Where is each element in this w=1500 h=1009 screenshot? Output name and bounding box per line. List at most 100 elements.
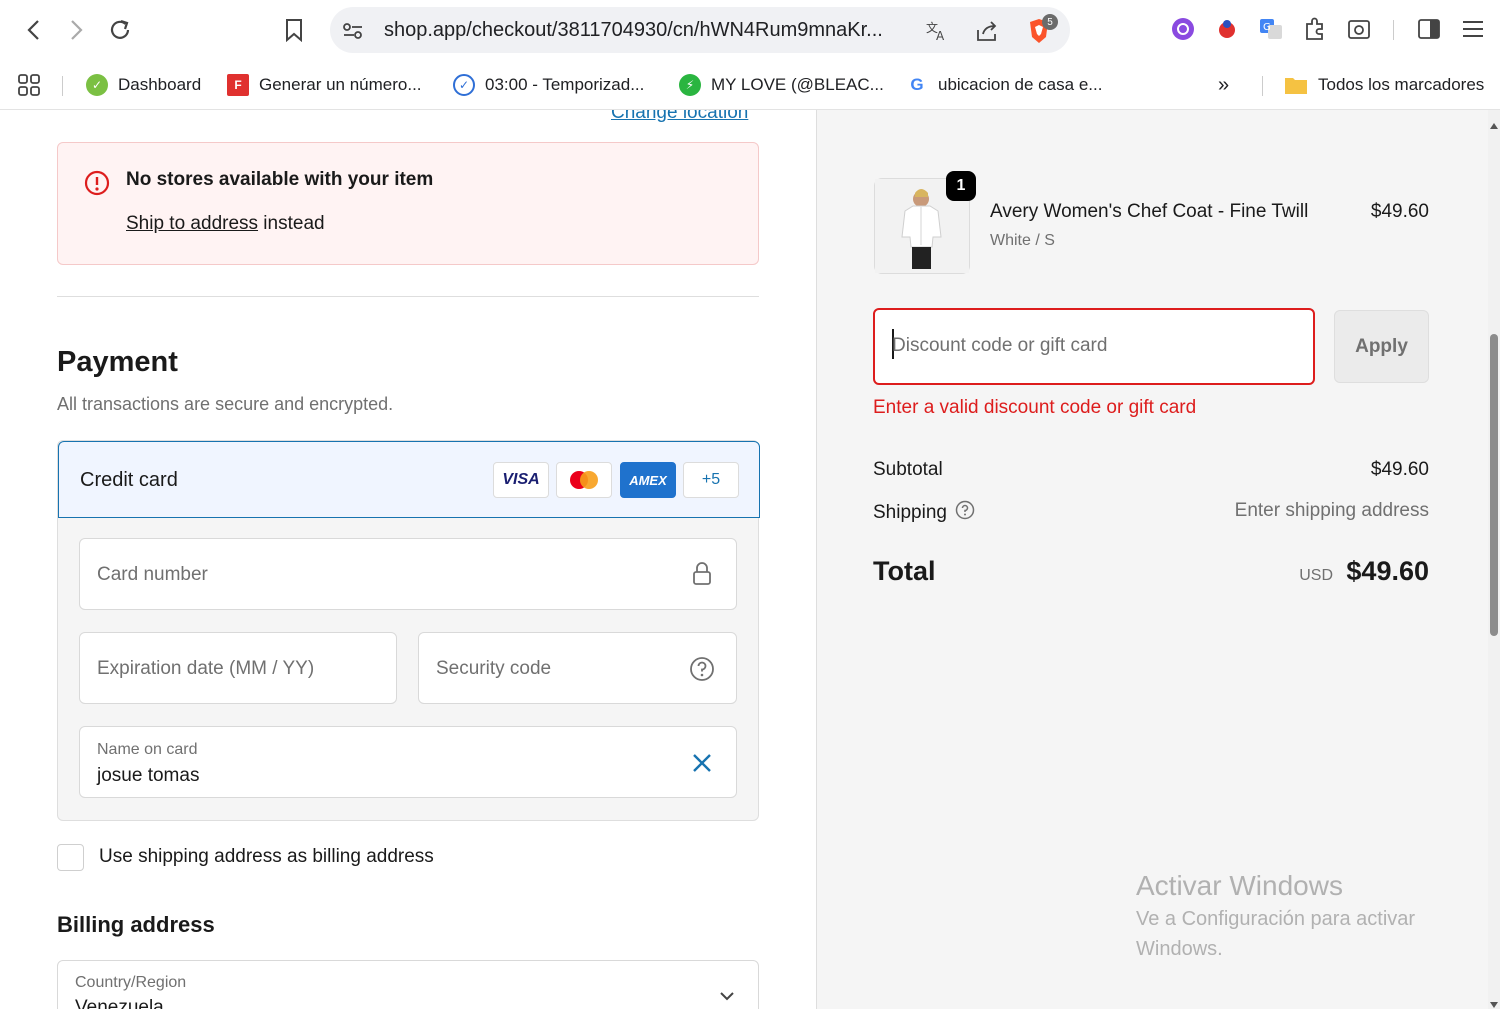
name-on-card-field[interactable]: Name on card josue tomas (79, 726, 737, 798)
shipping-help-icon[interactable] (955, 500, 975, 526)
apply-discount-button[interactable]: Apply (1334, 310, 1429, 383)
ship-to-address-link[interactable]: Ship to address (126, 213, 258, 234)
bookmarks-separator (1262, 76, 1263, 96)
forward-icon[interactable] (60, 14, 92, 46)
total-label: Total (873, 556, 936, 586)
url-text[interactable]: shop.app/checkout/3811704930/cn/hWN4Rum9… (384, 19, 883, 42)
shipping-value: Enter shipping address (1234, 500, 1429, 521)
alert-suffix: instead (258, 213, 325, 234)
country-region-select[interactable]: Country/Region Venezuela (57, 960, 759, 1009)
change-location-link[interactable]: Change location (611, 110, 748, 124)
visa-logo-icon: VISA (493, 462, 549, 498)
bookmark-generar-numero[interactable]: F Generar un número... (227, 70, 422, 100)
reload-icon[interactable] (104, 14, 136, 46)
svg-text:A: A (936, 29, 945, 42)
bookmark-label: Dashboard (118, 75, 202, 94)
site-info-icon[interactable] (340, 18, 366, 44)
more-card-brands-badge: +5 (683, 462, 739, 498)
help-circle-icon[interactable] (689, 656, 715, 687)
translate-icon[interactable]: 文A (924, 18, 950, 44)
credit-card-label: Credit card (80, 469, 178, 491)
brave-shields-icon[interactable]: 5 (1026, 14, 1058, 44)
amex-logo-icon: AMEX (620, 462, 676, 498)
menu-icon[interactable] (1458, 14, 1488, 44)
subtotal-value: $49.60 (1370, 459, 1429, 480)
back-icon[interactable] (18, 14, 50, 46)
country-region-value: Venezuela (75, 997, 164, 1009)
bookmark-label: ubicacion de casa e... (938, 75, 1103, 94)
bookmark-label: MY LOVE (@BLEAC... (711, 75, 884, 94)
alert-message: Ship to address instead (126, 213, 325, 235)
visa-text: VISA (502, 471, 540, 488)
all-bookmarks-folder[interactable]: Todos los marcadores (1284, 70, 1484, 100)
bookmark-label: Generar un número... (259, 75, 422, 94)
total-value: $49.60 (1346, 556, 1429, 586)
google-favicon-icon: G (906, 74, 928, 96)
card-number-field[interactable]: Card number (79, 538, 737, 610)
payment-title: Payment (57, 346, 178, 378)
scrollbar-thumb[interactable] (1490, 334, 1498, 636)
card-number-placeholder: Card number (97, 564, 208, 585)
share-icon[interactable] (974, 18, 1000, 44)
extension-bug-icon[interactable] (1212, 14, 1242, 44)
apps-grid-icon[interactable] (16, 70, 42, 100)
scroll-up-arrow-icon[interactable] (1490, 116, 1498, 134)
security-code-placeholder: Security code (436, 658, 552, 679)
page-scrollbar[interactable] (1488, 110, 1500, 1009)
credit-card-panel: Credit card VISA AMEX +5 Card number Exp… (57, 440, 760, 821)
my-love-favicon-icon: ⚡ (679, 74, 701, 96)
amex-text: AMEX (629, 472, 667, 488)
shields-count-badge: 5 (1042, 14, 1058, 30)
name-on-card-value: josue tomas (97, 765, 200, 786)
timer-favicon-icon: ✓ (453, 74, 475, 96)
reading-list-icon[interactable] (1344, 14, 1374, 44)
sidebar-toggle-icon[interactable] (1414, 14, 1444, 44)
billing-address-title: Billing address (57, 912, 215, 937)
total-currency: USD (1299, 567, 1333, 584)
bookmarks-separator (62, 76, 63, 96)
billing-address-checkbox-label[interactable]: Use shipping address as billing address (99, 846, 434, 868)
quantity-badge: 1 (946, 171, 976, 201)
bookmarks-bar: ✓ Dashboard F Generar un número... ✓ 03:… (0, 60, 1500, 110)
item-price: $49.60 (1370, 201, 1429, 222)
folder-icon (1285, 78, 1307, 94)
shipping-row-label: Shipping (873, 500, 975, 526)
billing-address-checkbox[interactable] (57, 844, 84, 871)
security-code-field[interactable]: Security code (418, 632, 737, 704)
order-summary-column: 1 Avery Women's Chef Coat - Fine Twill W… (816, 110, 1488, 1009)
bookmark-dashboard[interactable]: ✓ Dashboard (86, 70, 201, 100)
generar-favicon-icon: F (227, 74, 249, 96)
subtotal-label: Subtotal (873, 459, 943, 480)
address-bar[interactable]: shop.app/checkout/3811704930/cn/hWN4Rum9… (330, 7, 1070, 53)
discount-placeholder: Discount code or gift card (892, 335, 1108, 356)
no-stores-alert: No stores available with your item Ship … (57, 142, 759, 265)
discount-code-input[interactable]: Discount code or gift card (873, 308, 1315, 385)
bookmark-temporizador[interactable]: ✓ 03:00 - Temporizad... (453, 70, 644, 100)
country-region-label: Country/Region (75, 974, 187, 991)
alert-title: No stores available with your item (126, 169, 434, 190)
bookmark-ubicacion[interactable]: G ubicacion de casa e... (906, 70, 1102, 100)
google-translate-extension-icon[interactable]: G (1256, 14, 1286, 44)
alert-circle-icon (84, 170, 110, 201)
name-on-card-label: Name on card (97, 741, 198, 758)
browser-toolbar: shop.app/checkout/3811704930/cn/hWN4Rum9… (0, 0, 1500, 60)
section-divider (57, 296, 759, 297)
expiration-date-field[interactable]: Expiration date (MM / YY) (79, 632, 397, 704)
mastercard-logo-icon (556, 462, 612, 498)
windows-activation-watermark: Activar Windows Ve a Configuración para … (1136, 870, 1466, 964)
extension-purple-icon[interactable] (1168, 14, 1198, 44)
watermark-title: Activar Windows (1136, 870, 1343, 901)
credit-card-option[interactable]: Credit card VISA AMEX +5 (58, 441, 760, 518)
dashboard-favicon-icon: ✓ (86, 74, 108, 96)
bookmark-page-icon[interactable] (278, 14, 310, 46)
more-bookmarks-chevron-icon[interactable]: » (1218, 70, 1229, 100)
scroll-down-arrow-icon[interactable] (1490, 995, 1498, 1009)
extensions-puzzle-icon[interactable] (1300, 14, 1330, 44)
payment-subtitle: All transactions are secure and encrypte… (57, 394, 394, 414)
bookmark-my-love[interactable]: ⚡ MY LOVE (@BLEAC... (679, 70, 884, 100)
toolbar-separator (1393, 20, 1394, 40)
chevron-down-icon (718, 989, 736, 1007)
shipping-label: Shipping (873, 502, 947, 523)
checkout-page: Change location No stores available with… (0, 110, 1500, 1009)
clear-field-icon[interactable] (690, 751, 714, 780)
